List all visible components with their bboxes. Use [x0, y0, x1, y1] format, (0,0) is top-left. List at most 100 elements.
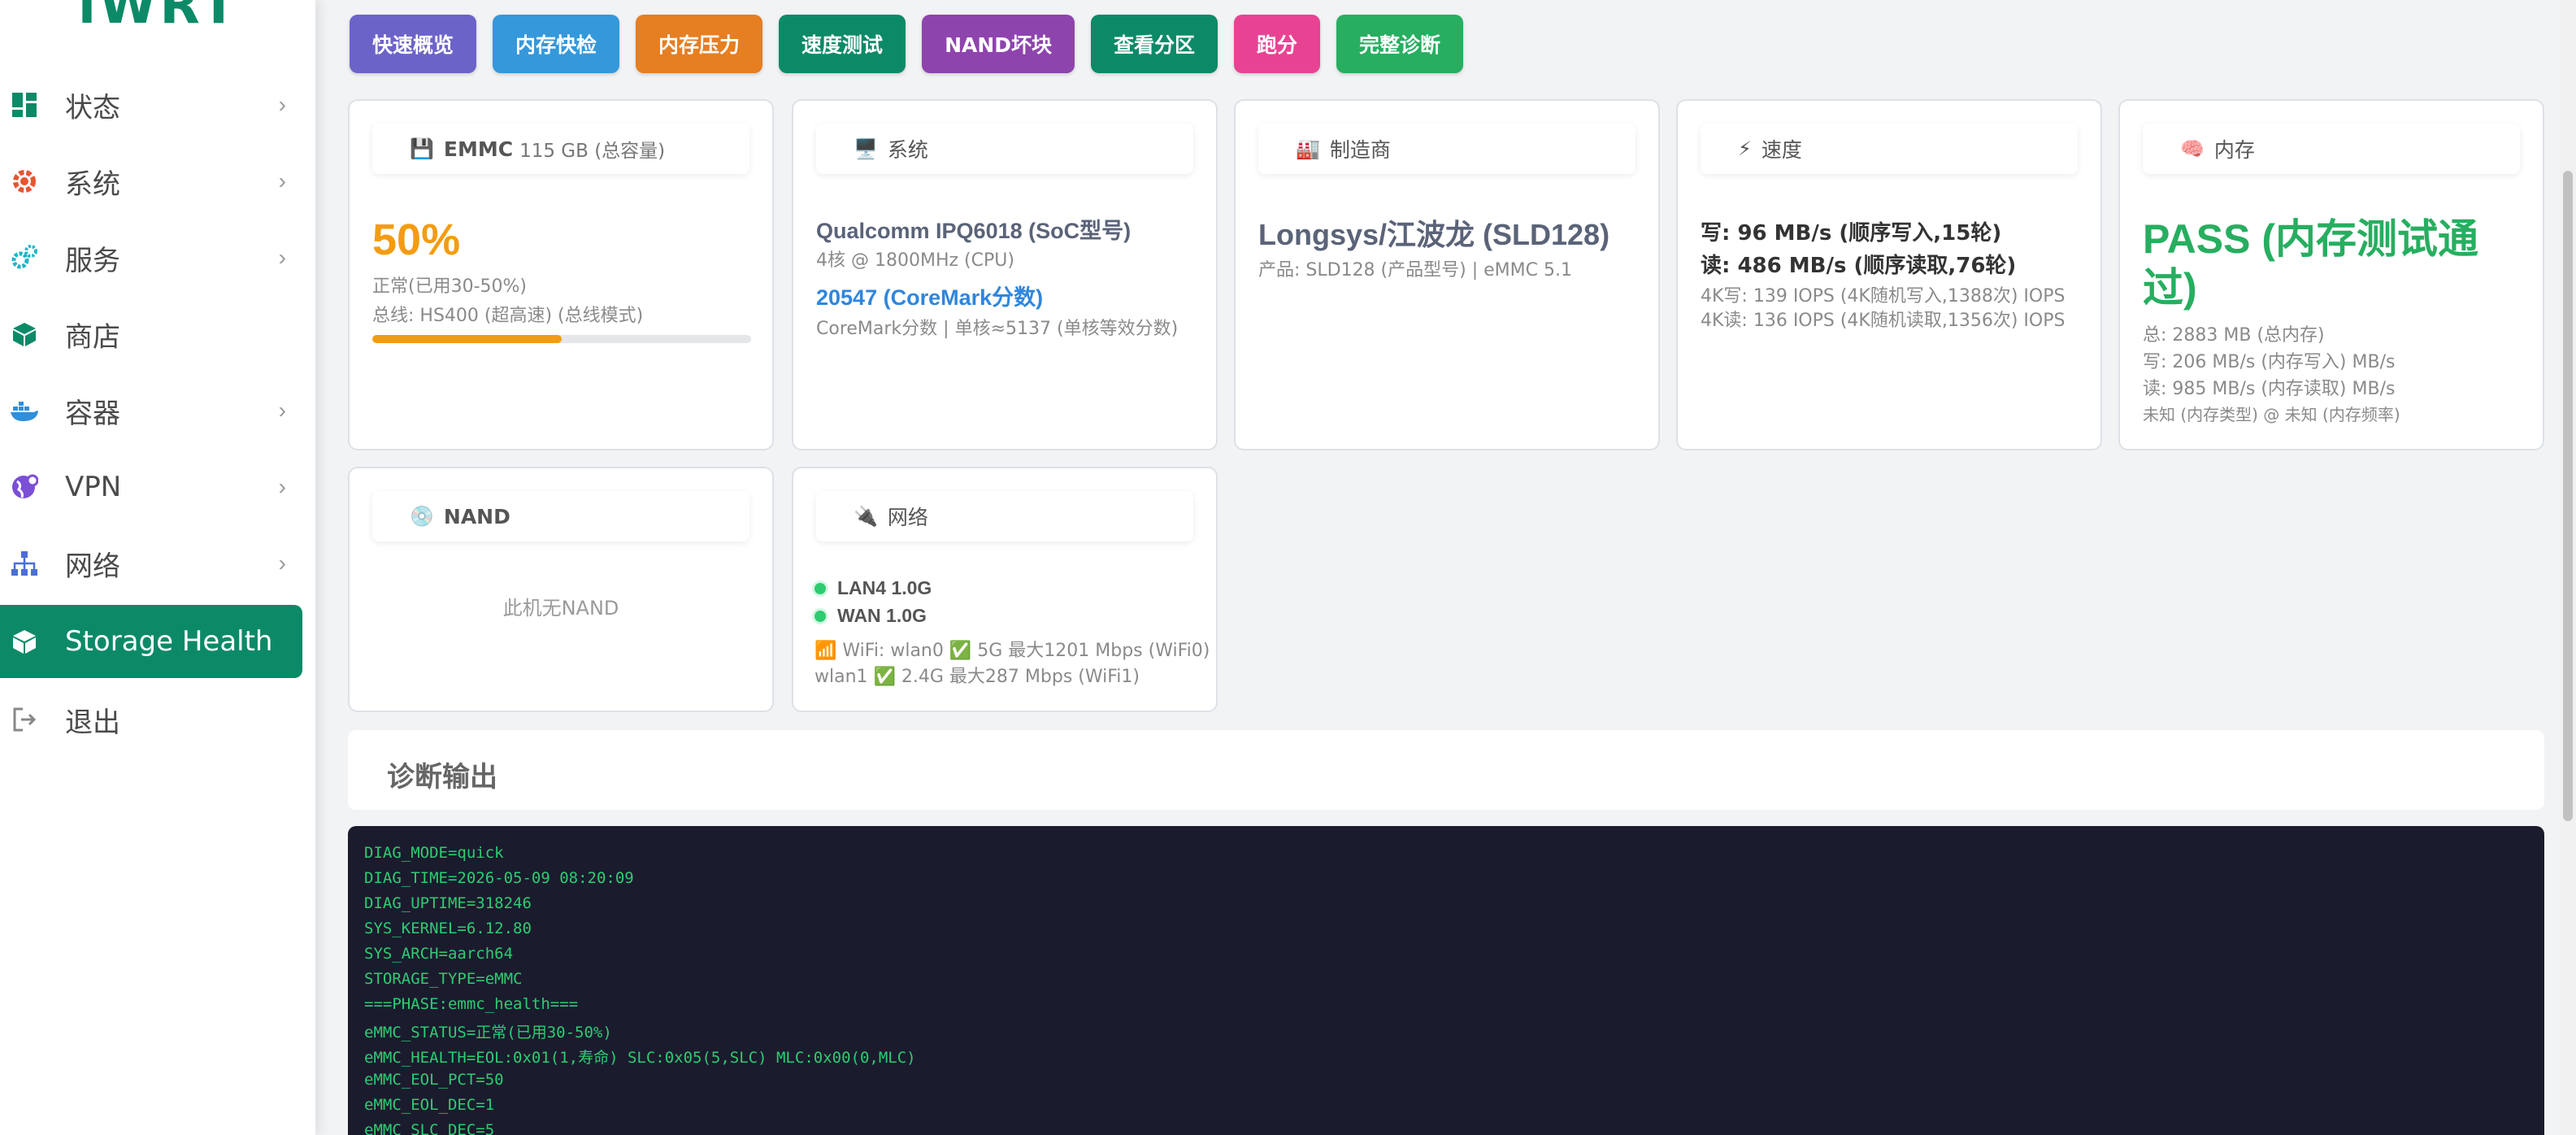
sidebar-item-network[interactable]: 网络 ›	[0, 527, 302, 600]
card-title: 网络	[887, 506, 928, 529]
action-toolbar: 快速概览 内存快检 内存压力 速度测试 NAND坏块 查看分区 跑分 完整诊断	[350, 15, 1464, 73]
diagnosis-header: 诊断输出	[348, 730, 2544, 810]
sidebar-item-label: 网络	[65, 550, 120, 583]
diagnosis-console[interactable]: DIAG_MODE=quick DIAG_TIME=2026-05-09 08:…	[348, 826, 2544, 1135]
sidebar: iWRT 状态 › 系统 › 服务 › 商店 容器 › VPN › 网络 › S…	[0, 0, 315, 1135]
card-title: EMMC	[443, 137, 514, 161]
sidebar-item-vpn[interactable]: VPN ›	[0, 450, 302, 524]
vendor-name: Longsys/江波龙 (SLD128)	[1258, 218, 1610, 251]
lan-port-label: LAN4 1.0G	[837, 577, 932, 598]
cpu-info: 4核 @ 1800MHz (CPU)	[816, 250, 1014, 271]
speed-card: ⚡ 速度 写: 96 MB/s (顺序写入,15轮) 读: 486 MB/s (…	[1676, 99, 2102, 450]
sidebar-item-store[interactable]: 商店	[0, 298, 302, 371]
emmc-card: 💾 EMMC 115 GB (总容量) 50% 正常(已用30-50%) 总线:…	[348, 99, 774, 450]
factory-icon: 🏭	[1296, 137, 1320, 160]
scrollbar-thumb[interactable]	[2563, 171, 2573, 821]
memory-write-speed: 写: 206 MB/s (内存写入) MB/s	[2143, 352, 2396, 372]
chevron-right-icon: ›	[278, 245, 286, 270]
sidebar-item-logout[interactable]: 退出	[0, 683, 302, 756]
coremark-score: 20547 (CoreMark分数)	[816, 285, 1044, 310]
box-icon	[10, 627, 39, 656]
floppy-disk-icon: 💾	[410, 137, 434, 160]
sidebar-item-label: 系统	[65, 167, 120, 201]
sidebar-item-label: 容器	[65, 397, 120, 430]
emmc-bus: 总线: HS400 (超高速) (总线模式)	[372, 306, 644, 326]
emmc-usage-fill	[372, 335, 562, 343]
sidebar-item-containers[interactable]: 容器 ›	[0, 374, 302, 447]
seq-write-speed: 写: 96 MB/s (顺序写入,15轮)	[1701, 221, 2002, 246]
emmc-usage-bar	[372, 335, 751, 343]
wifi1-info: wlan1 ✅ 2.4G 最大287 Mbps (WiFi1)	[815, 667, 1140, 687]
memory-test-result: PASS (内存测试通过)	[2143, 216, 2478, 311]
card-title: 速度	[1761, 138, 1802, 162]
card-header: 🔌 网络	[816, 491, 1193, 541]
emmc-usage-percent: 50%	[372, 215, 461, 264]
random-write-iops: 4K写: 139 IOPS (4K随机写入,1388次) IOPS	[1701, 286, 2066, 307]
disc-icon: 💿	[410, 505, 434, 528]
chevron-right-icon: ›	[278, 474, 286, 499]
box-icon	[10, 320, 39, 349]
console-line: DIAG_UPTIME=318246	[364, 894, 532, 912]
console-line: ===PHASE:emmc_health===	[364, 995, 579, 1013]
console-line: SYS_KERNEL=6.12.80	[364, 920, 532, 937]
sidebar-item-storage-health[interactable]: Storage Health	[0, 605, 302, 678]
sidebar-item-status[interactable]: 状态 ›	[0, 68, 302, 141]
console-line: SYS_ARCH=aarch64	[364, 945, 514, 963]
wifi0-info: 📶 WiFi: wlan0 ✅ 5G 最大1201 Mbps (WiFi0)	[815, 641, 1210, 661]
logout-icon	[10, 705, 39, 734]
chevron-right-icon: ›	[278, 550, 286, 576]
memory-stress-button[interactable]: 内存压力	[636, 15, 763, 73]
console-line: eMMC_SLC_DEC=5	[364, 1121, 495, 1135]
card-header: 🖥️ 系统	[816, 124, 1193, 174]
nand-empty-text: 此机无NAND	[502, 597, 619, 620]
gears-icon	[10, 243, 39, 272]
console-line: eMMC_EOL_PCT=50	[364, 1071, 504, 1089]
sidebar-item-label: Storage Health	[65, 625, 273, 658]
console-line: DIAG_MODE=quick	[364, 844, 504, 862]
console-line: STORAGE_TYPE=eMMC	[364, 970, 523, 988]
emmc-status: 正常(已用30-50%)	[372, 276, 527, 297]
chevron-right-icon: ›	[278, 92, 286, 117]
vendor-product: 产品: SLD128 (产品型号) | eMMC 5.1	[1258, 260, 1572, 280]
network-card: 🔌 网络 LAN4 1.0G WAN 1.0G 📶 WiFi: wlan0 ✅ …	[792, 467, 1218, 712]
monitor-icon: 🖥️	[854, 137, 878, 160]
card-title: 系统	[887, 138, 928, 162]
card-header: 💿 NAND	[372, 491, 749, 541]
soc-model: Qualcomm IPQ6018 (SoC型号)	[816, 219, 1132, 243]
full-diagnosis-button[interactable]: 完整诊断	[1336, 15, 1464, 73]
card-title: NAND	[443, 504, 510, 528]
brand-logo: iWRT	[78, 0, 240, 36]
vendor-card: 🏭 制造商 Longsys/江波龙 (SLD128) 产品: SLD128 (产…	[1234, 99, 1660, 450]
nand-badblock-button[interactable]: NAND坏块	[922, 15, 1075, 73]
sidebar-item-system[interactable]: 系统 ›	[0, 145, 302, 218]
sidebar-item-services[interactable]: 服务 ›	[0, 221, 302, 294]
card-title: 制造商	[1329, 138, 1391, 162]
view-partitions-button[interactable]: 查看分区	[1091, 15, 1218, 73]
system-card: 🖥️ 系统 Qualcomm IPQ6018 (SoC型号) 4核 @ 1800…	[792, 99, 1218, 450]
speed-test-button[interactable]: 速度测试	[779, 15, 906, 73]
console-line: eMMC_EOL_DEC=1	[364, 1096, 495, 1114]
network-icon	[10, 549, 39, 578]
console-line: DIAG_TIME=2026-05-09 08:20:09	[364, 869, 634, 887]
chevron-right-icon: ›	[278, 398, 286, 423]
seq-read-speed: 读: 486 MB/s (顺序读取,76轮)	[1701, 254, 2017, 278]
memory-quick-check-button[interactable]: 内存快检	[493, 15, 620, 73]
memory-total: 总: 2883 MB (总内存)	[2143, 325, 2325, 346]
chevron-right-icon: ›	[278, 168, 286, 194]
page-scrollbar[interactable]	[2560, 0, 2576, 1135]
console-line: eMMC_STATUS=正常(已用30-50%)	[364, 1024, 612, 1042]
lightning-icon: ⚡	[1738, 137, 1752, 160]
sidebar-item-label: 状态	[65, 91, 120, 124]
card-header: 🏭 制造商	[1258, 124, 1636, 174]
dashboard-icon	[10, 90, 39, 120]
memory-type: 未知 (内存类型) @ 未知 (内存频率)	[2143, 405, 2400, 424]
sidebar-item-label: VPN	[65, 471, 122, 503]
benchmark-button[interactable]: 跑分	[1234, 15, 1321, 73]
card-header: ⚡ 速度	[1701, 124, 2078, 174]
wan-port-status: WAN 1.0G	[815, 605, 927, 627]
sidebar-item-label: 服务	[65, 244, 120, 277]
wan-port-label: WAN 1.0G	[837, 605, 927, 626]
gear-icon	[10, 167, 39, 196]
memory-read-speed: 读: 985 MB/s (内存读取) MB/s	[2143, 379, 2396, 399]
quick-overview-button[interactable]: 快速概览	[350, 15, 477, 73]
